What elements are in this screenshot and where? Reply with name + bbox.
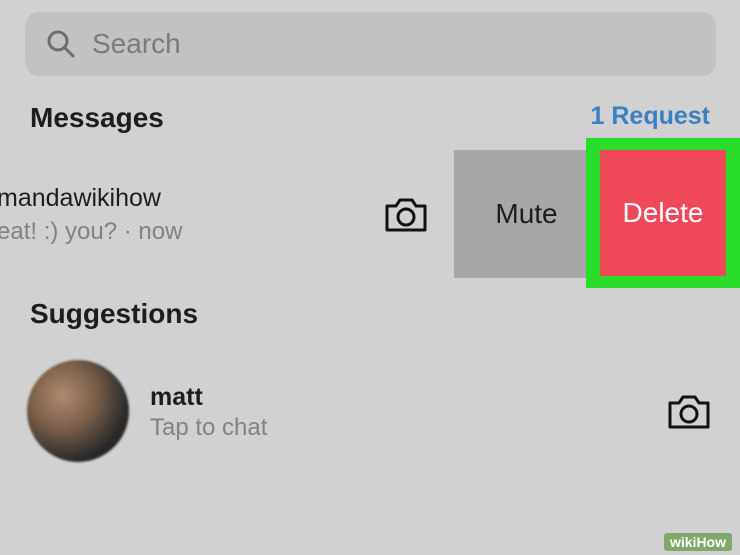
delete-highlight-box: Delete: [586, 138, 740, 288]
search-bar[interactable]: [25, 12, 716, 76]
search-input[interactable]: [92, 26, 652, 62]
thread-name: mandawikihow: [0, 184, 161, 212]
suggestion-row[interactable]: matt Tap to chat: [0, 355, 740, 470]
suggestion-subtitle: Tap to chat: [150, 414, 268, 441]
delete-button[interactable]: Delete: [600, 150, 726, 276]
messages-heading: Messages: [30, 102, 164, 133]
watermark: wikiHow: [663, 533, 732, 551]
avatar: [27, 360, 129, 462]
thread-preview: eat! :) you? · now: [0, 218, 183, 245]
camera-icon[interactable]: [666, 391, 712, 431]
suggestion-name: matt: [150, 383, 203, 411]
search-icon: [47, 30, 75, 58]
message-requests-link[interactable]: 1 Request: [591, 102, 710, 131]
mute-button[interactable]: Mute: [454, 150, 599, 278]
camera-icon[interactable]: [383, 194, 429, 234]
suggestions-heading: Suggestions: [30, 298, 199, 329]
